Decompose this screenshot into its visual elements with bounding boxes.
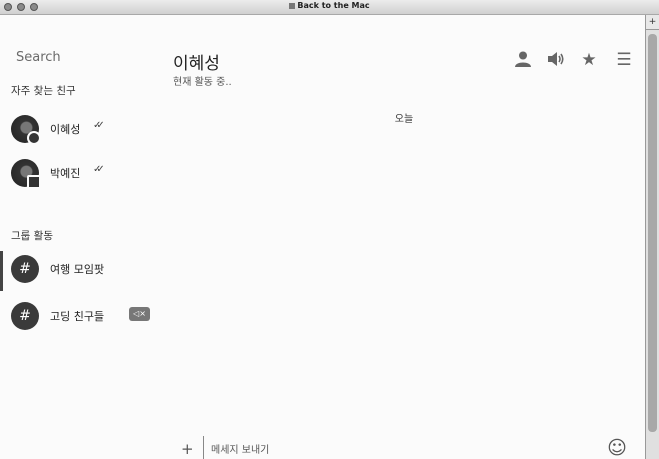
hashtag-icon: # <box>11 255 39 283</box>
search-field[interactable]: Search <box>16 50 61 65</box>
group-name: 고딩 친구들 <box>50 310 105 323</box>
groups-section-title: 그룹 활동 <box>11 230 53 242</box>
avatar <box>11 159 41 189</box>
friend-name: 박예진 <box>50 167 81 180</box>
message-input[interactable] <box>211 440 591 459</box>
presence-indicator <box>27 131 41 145</box>
document-icon <box>289 2 296 9</box>
active-indicator <box>0 251 3 291</box>
favorites-section-title: 자주 찾는 친구 <box>11 85 76 97</box>
friend-name: 이혜성 <box>50 123 81 136</box>
friend-item-1[interactable]: 박예진 ✓✓ <box>0 155 163 195</box>
app-window: Back to the Mac + Search 자주 찾는 친구 이혜성 ✓✓… <box>0 0 659 459</box>
title-bar: Back to the Mac <box>0 0 659 15</box>
star-icon[interactable]: ★ <box>579 50 599 70</box>
sidebar: Search 자주 찾는 친구 이혜성 ✓✓ 박예진 ✓✓ 그룹 활동 # 여행… <box>0 16 163 459</box>
scrollbar-thumb[interactable] <box>648 34 657 432</box>
hamburger-icon[interactable]: ☰ <box>614 50 634 70</box>
scroll-corner-button[interactable]: + <box>645 15 659 30</box>
chat-status: 현재 활동 중.. <box>173 77 232 88</box>
group-item-1[interactable]: # 고딩 친구들 ◁× <box>0 298 163 338</box>
hashtag-icon: # <box>11 302 39 330</box>
window-title: Back to the Mac <box>0 1 659 10</box>
chat-pane: 이혜성 현재 활동 중.. ★ ☰ 오늘 + ☺ <box>163 16 645 459</box>
chat-title: 이혜성 <box>173 54 220 74</box>
group-name: 여행 모임팟 <box>50 263 105 276</box>
friend-item-0[interactable]: 이혜성 ✓✓ <box>0 111 163 151</box>
muted-icon: ◁× <box>129 307 150 321</box>
vertical-scrollbar[interactable] <box>645 30 659 459</box>
date-divider: 오늘 <box>394 114 414 125</box>
person-icon[interactable] <box>513 50 533 70</box>
add-attachment-button[interactable]: + <box>181 440 194 458</box>
presence-indicator <box>27 175 41 189</box>
group-item-0[interactable]: # 여행 모임팟 <box>0 251 163 291</box>
read-check-icon: ✓✓ <box>93 164 105 175</box>
read-check-icon: ✓✓ <box>93 120 105 131</box>
window-title-text: Back to the Mac <box>297 1 370 10</box>
compose-divider <box>203 436 204 459</box>
speaker-icon[interactable] <box>546 50 566 70</box>
smiley-icon[interactable]: ☺ <box>606 437 628 459</box>
avatar <box>11 115 41 145</box>
